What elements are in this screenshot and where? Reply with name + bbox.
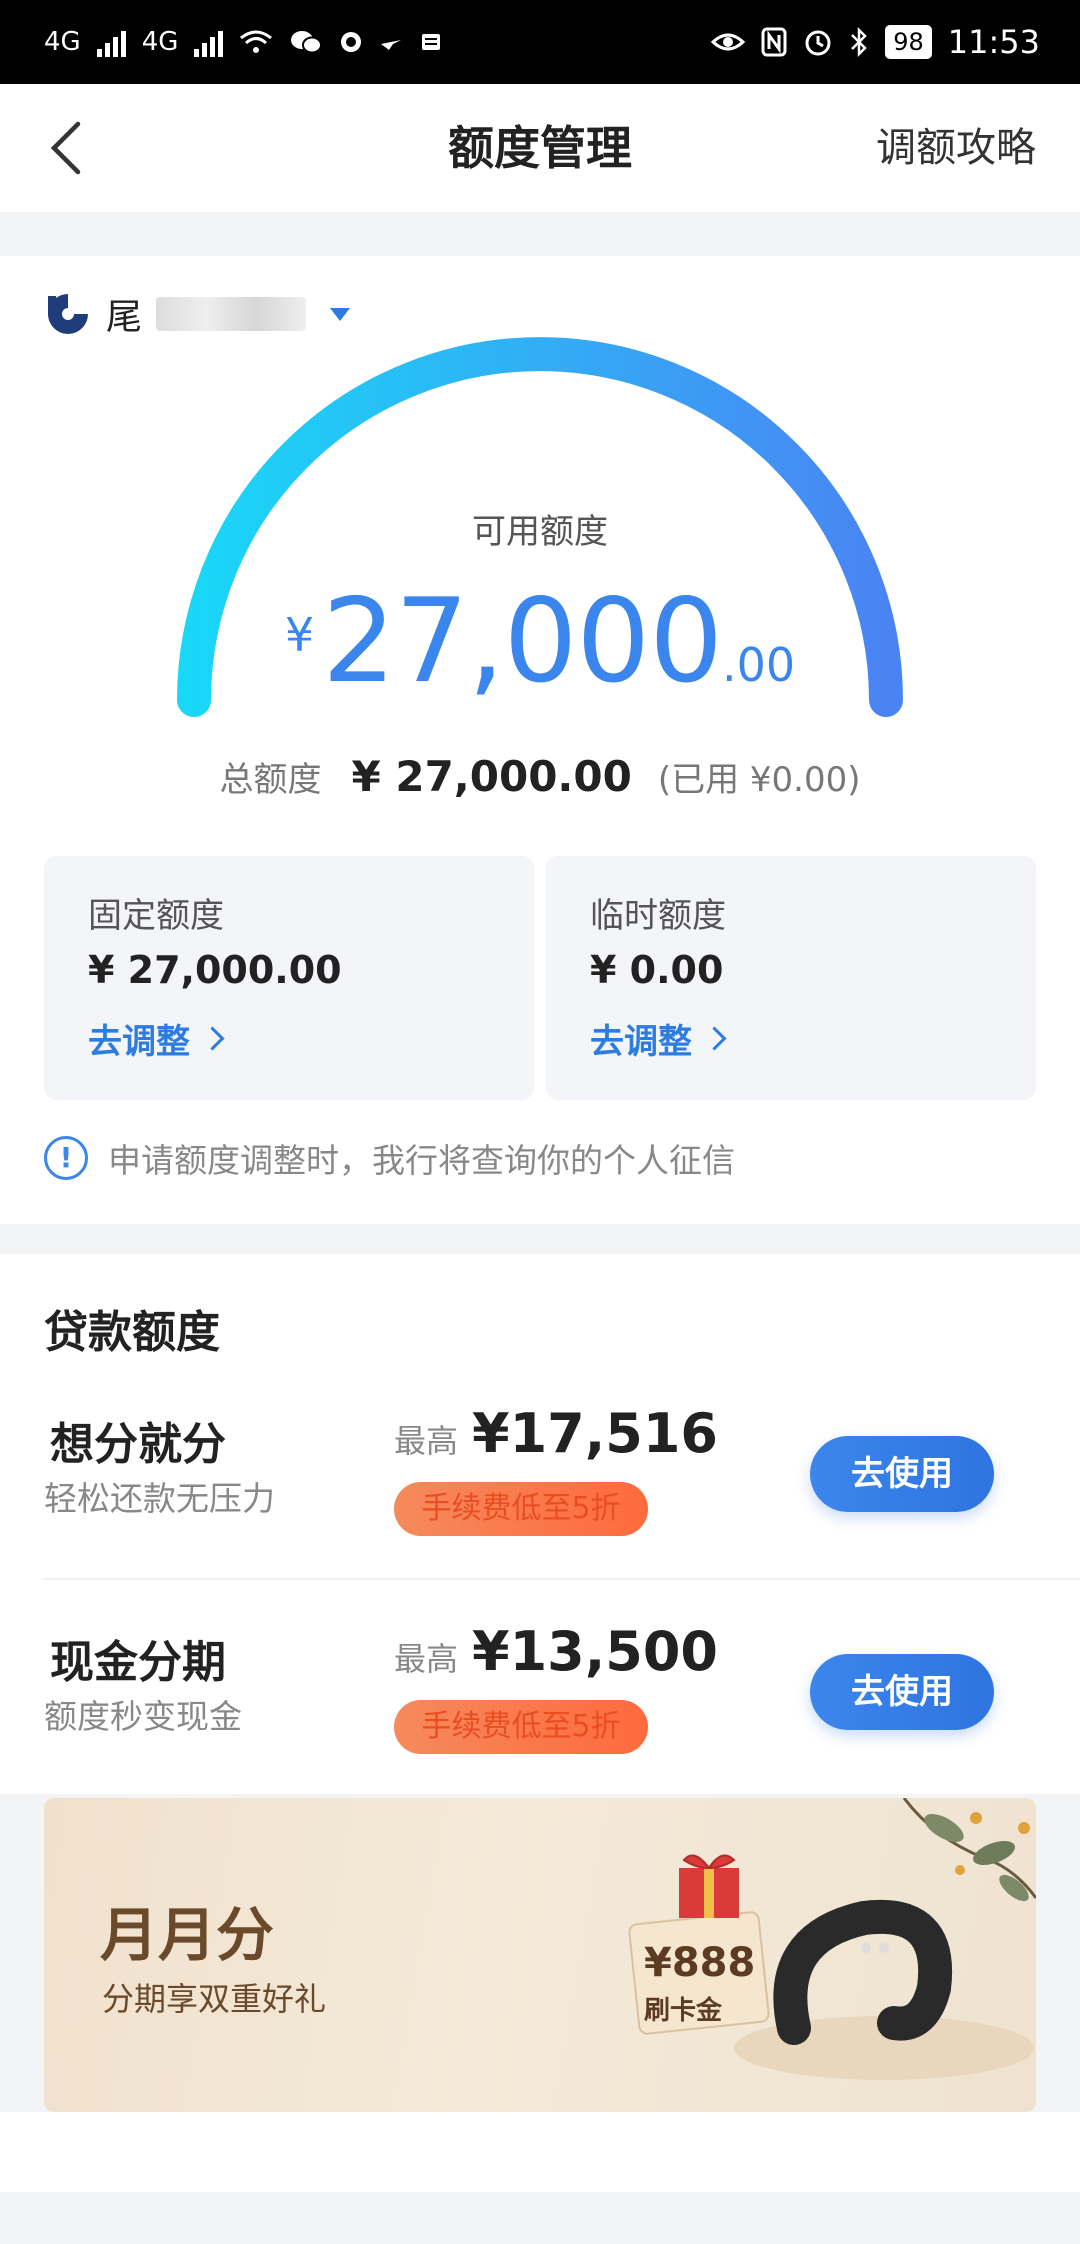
network-label-2: 4G [141, 27, 179, 57]
signal-icon-2 [194, 27, 224, 57]
fixed-adjust-label: 去调整 [88, 1022, 190, 1062]
total-value: ¥ 27,000.00 [351, 752, 632, 801]
available-label: 可用额度 [472, 512, 608, 552]
loan-description: 轻松还款无压力 [44, 1479, 275, 1518]
used-amount: (已用 ¥0.00) [657, 760, 861, 800]
info-icon: ! [44, 1136, 88, 1180]
fixed-quota-card: 固定额度 ¥ 27,000.00 去调整 [44, 856, 534, 1100]
fee-discount-badge: 手续费低至5折 [394, 1482, 648, 1536]
divider [44, 1578, 1080, 1580]
fixed-quota-title: 固定额度 [88, 896, 224, 936]
total-label: 总额度 [219, 760, 322, 800]
chevron-right-icon [702, 1026, 727, 1051]
clock: 11:53 [947, 23, 1040, 61]
quota-tips-link[interactable]: 调额攻略 [876, 84, 1036, 212]
temp-quota-value: ¥ 0.00 [590, 948, 724, 992]
fee-discount-badge: 手续费低至5折 [394, 1700, 648, 1754]
chevron-right-icon [200, 1026, 225, 1051]
battery-icon: 98 [885, 25, 932, 59]
bluetooth-icon [851, 27, 868, 57]
gift-amount: ¥888 [644, 1940, 756, 1986]
available-decimal: .00 [722, 638, 796, 692]
use-button[interactable]: 去使用 [810, 1654, 994, 1730]
wechat-icon [291, 31, 323, 54]
temp-adjust-label: 去调整 [590, 1022, 692, 1062]
promo-banner[interactable]: 月月分 分期享双重好礼 ¥888 刷卡金 [44, 1798, 1036, 2112]
loan-item: 现金分期 额度秒变现金 最高 ¥13,500 手续费低至5折 去使用 [0, 1598, 1080, 1814]
credit-notice: ! 申请额度调整时，我行将查询你的个人征信 [44, 1132, 735, 1184]
bank-name: 尾 [106, 297, 143, 338]
gift-box-icon [679, 1854, 739, 1918]
banner-subtitle: 分期享双重好礼 [102, 1980, 327, 2018]
notice-text: 申请额度调整时，我行将查询你的个人征信 [108, 1141, 735, 1180]
loan-name: 现金分期 [50, 1637, 226, 1688]
currency-symbol: ¥ [284, 608, 315, 662]
loan-quota-section: 贷款额度 想分就分 轻松还款无压力 最高 ¥17,516 手续费低至5折 去使用 … [0, 1254, 1080, 1794]
section-title: 贷款额度 [44, 1307, 220, 1358]
use-button[interactable]: 去使用 [810, 1436, 994, 1512]
neck-massager-icon [773, 1899, 953, 2045]
nfc-icon [761, 27, 787, 57]
signal-icon [96, 27, 126, 57]
loan-max-amount: 最高 ¥13,500 [394, 1620, 718, 1683]
quota-card: 尾 可用额度 ¥27,000.00 总额度 ¥ 27,000.00 (已用 ¥0.0… [0, 256, 1080, 1224]
loan-max-amount: 最高 ¥17,516 [394, 1402, 718, 1465]
loan-name: 想分就分 [50, 1419, 226, 1470]
max-value: ¥13,500 [472, 1620, 718, 1683]
network-label-1: 4G [44, 27, 81, 57]
flower-branch-icon [902, 1798, 1036, 1902]
app-icon [341, 32, 362, 52]
status-bar: 4G 4G 98 11:53 [0, 0, 1080, 84]
dropdown-caret-icon [330, 307, 351, 321]
plane-icon [381, 40, 402, 50]
fixed-quota-value: ¥ 27,000.00 [88, 948, 342, 992]
max-label: 最高 [394, 1422, 459, 1460]
notification-icon [422, 34, 441, 50]
temp-adjust-link[interactable]: 去调整 [590, 1014, 727, 1063]
fixed-adjust-link[interactable]: 去调整 [88, 1014, 225, 1063]
nav-header: 额度管理 调额攻略 [0, 84, 1080, 212]
wifi-icon [240, 30, 273, 53]
status-left: 4G 4G [44, 18, 443, 66]
status-right: 98 11:53 [711, 18, 1040, 66]
gift-label: 刷卡金 [644, 1996, 723, 2026]
temp-quota-title: 临时额度 [590, 896, 726, 936]
bottom-spacer [0, 2112, 1080, 2192]
available-integer: 27,000 [322, 574, 723, 709]
max-value: ¥17,516 [472, 1402, 718, 1465]
bank-logo-icon [48, 294, 88, 334]
max-label: 最高 [394, 1640, 459, 1678]
loan-item: 想分就分 轻松还款无压力 最高 ¥17,516 手续费低至5折 去使用 [0, 1380, 1080, 1596]
loan-description: 额度秒变现金 [44, 1697, 242, 1736]
alarm-icon [805, 30, 831, 56]
temp-quota-card: 临时额度 ¥ 0.00 去调整 [546, 856, 1036, 1100]
eye-icon [711, 33, 746, 51]
available-amount: ¥27,000.00 [0, 574, 1080, 709]
masked-account-name [156, 297, 307, 331]
total-quota-line: 总额度 ¥ 27,000.00 (已用 ¥0.00) [0, 752, 1080, 801]
banner-title: 月月分 [100, 1901, 275, 1969]
